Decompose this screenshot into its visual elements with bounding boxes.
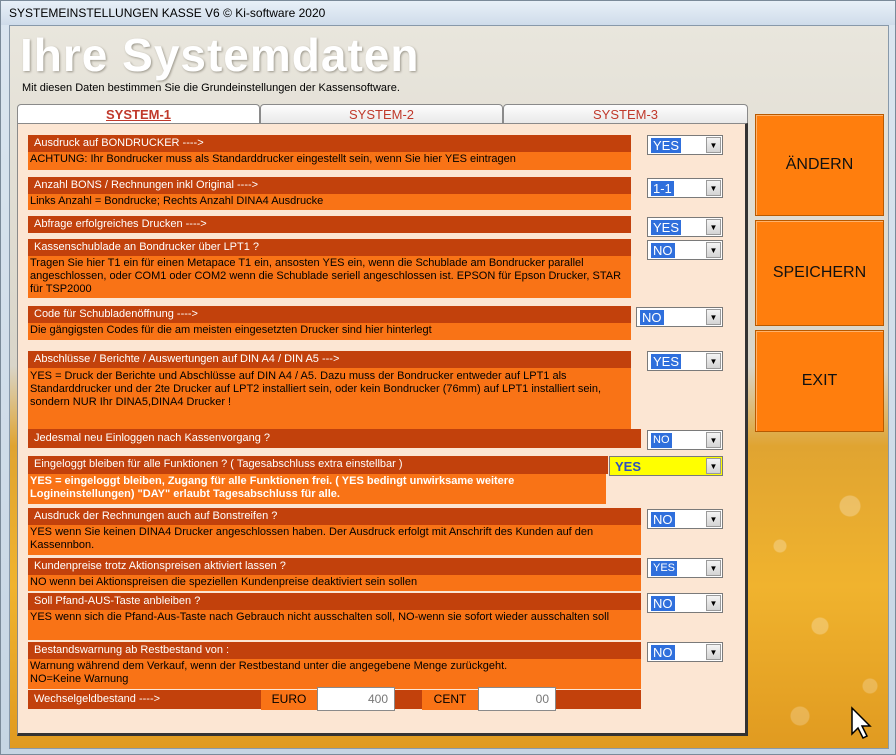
speichern-button[interactable]: SPEICHERN xyxy=(755,220,884,326)
setting-desc-eingeloggt-bleiben: YES = eingeloggt bleiben, Zugang für all… xyxy=(28,474,606,504)
neu-einloggen-select[interactable]: NO ▼ xyxy=(647,430,723,450)
pfand-taste-select[interactable]: NO ▼ xyxy=(647,593,723,613)
neu-einloggen-value: NO xyxy=(651,433,672,448)
setting-label-anzahl-bons: Anzahl BONS / Rechnungen inkl Original -… xyxy=(28,177,631,194)
setting-desc-anzahl-bons: Links Anzahl = Bondrucke; Rechts Anzahl … xyxy=(28,194,631,210)
setting-desc-pfand-taste: YES wenn sich die Pfand-Aus-Taste nach G… xyxy=(28,610,641,640)
app-window: SYSTEMEINSTELLUNGEN KASSE V6 © Ki-softwa… xyxy=(0,0,896,755)
page-title: Ihre Systemdaten xyxy=(20,29,420,81)
chevron-down-icon[interactable]: ▼ xyxy=(706,511,721,527)
chevron-down-icon[interactable]: ▼ xyxy=(706,309,721,325)
setting-label-eingeloggt-bleiben: Eingeloggt bleiben für alle Funktionen ?… xyxy=(28,456,608,474)
settings-panel: Ausdruck auf BONDRUCKER ----> ACHTUNG: I… xyxy=(17,123,748,736)
setting-desc-kundenpreise: NO wenn bei Aktionspreisen die spezielle… xyxy=(28,575,641,591)
schubladen-code-select[interactable]: NO ▼ xyxy=(636,307,723,327)
schubladen-code-value: NO xyxy=(640,310,664,325)
kundenpreise-value: YES xyxy=(651,561,678,576)
bonstreifen-value: NO xyxy=(651,512,675,527)
chevron-down-icon[interactable]: ▼ xyxy=(706,219,721,235)
eingeloggt-bleiben-select[interactable]: YES ▼ xyxy=(609,456,723,476)
chevron-down-icon[interactable]: ▼ xyxy=(706,353,721,369)
window-title: SYSTEMEINSTELLUNGEN KASSE V6 © Ki-softwa… xyxy=(1,1,895,25)
chevron-down-icon[interactable]: ▼ xyxy=(706,242,721,258)
setting-label-abfrage-drucken: Abfrage erfolgreiches Drucken ----> xyxy=(28,216,631,233)
bondrucker-value: YES xyxy=(651,138,682,153)
setting-desc-bonstreifen: YES wenn Sie keinen DINA4 Drucker angesc… xyxy=(28,525,641,555)
setting-label-bestandswarnung: Bestandswarnung ab Restbestand von : xyxy=(28,642,641,659)
mouse-cursor-icon xyxy=(851,706,872,740)
bondrucker-select[interactable]: YES ▼ xyxy=(647,135,723,155)
bonstreifen-select[interactable]: NO ▼ xyxy=(647,509,723,529)
eingeloggt-bleiben-value: YES xyxy=(615,459,642,474)
chevron-down-icon[interactable]: ▼ xyxy=(706,644,721,660)
anzahl-bons-select[interactable]: 1-1 ▼ xyxy=(647,178,723,198)
setting-desc-kassenschublade: Tragen Sie hier T1 ein für einen Metapac… xyxy=(28,256,631,298)
abfrage-drucken-value: YES xyxy=(651,220,682,235)
setting-label-schubladen-code: Code für Schubladenöffnung ----> xyxy=(28,306,631,323)
chevron-down-icon[interactable]: ▼ xyxy=(706,137,721,153)
chevron-down-icon[interactable]: ▼ xyxy=(706,180,721,196)
chevron-down-icon[interactable]: ▼ xyxy=(706,458,721,474)
setting-label-neu-einloggen: Jedesmal neu Einloggen nach Kassenvorgan… xyxy=(28,429,641,448)
setting-label-kundenpreise: Kundenpreise trotz Aktionspreisen aktivi… xyxy=(28,558,641,575)
setting-label-pfand-taste: Soll Pfand-AUS-Taste anbleiben ? xyxy=(28,593,641,610)
setting-label-kassenschublade: Kassenschublade an Bondrucker über LPT1 … xyxy=(28,239,631,256)
kassenschublade-value: NO xyxy=(651,243,675,258)
chevron-down-icon[interactable]: ▼ xyxy=(706,432,721,448)
exit-button[interactable]: EXIT xyxy=(755,330,884,432)
tab-system-1[interactable]: SYSTEM-1 xyxy=(17,104,260,124)
setting-desc-schubladen-code: Die gängigsten Codes für die am meisten … xyxy=(28,323,631,340)
page-subtitle: Mit diesen Daten bestimmen Sie die Grund… xyxy=(22,82,400,94)
cent-input[interactable]: 00 xyxy=(478,687,556,711)
setting-desc-bondrucker: ACHTUNG: Ihr Bondrucker muss als Standar… xyxy=(28,152,631,170)
setting-desc-din-a4: YES = Druck der Berichte und Abschlüsse … xyxy=(28,368,631,434)
din-a4-value: YES xyxy=(651,354,682,369)
setting-desc-bestandswarnung: Warnung während dem Verkauf, wenn der Re… xyxy=(28,659,641,689)
chevron-down-icon[interactable]: ▼ xyxy=(706,560,721,576)
tab-system-3[interactable]: SYSTEM-3 xyxy=(503,104,748,124)
din-a4-select[interactable]: YES ▼ xyxy=(647,351,723,371)
chevron-down-icon[interactable]: ▼ xyxy=(706,595,721,611)
anzahl-bons-value: 1-1 xyxy=(651,181,674,196)
client-area: Ihre Systemdaten Mit diesen Daten bestim… xyxy=(9,25,889,749)
setting-label-din-a4: Abschlüsse / Berichte / Auswertungen auf… xyxy=(28,351,631,368)
kundenpreise-select[interactable]: YES ▼ xyxy=(647,558,723,578)
bestandswarnung-select[interactable]: NO ▼ xyxy=(647,642,723,662)
cent-label: CENT xyxy=(422,690,478,710)
tab-bar: SYSTEM-1 SYSTEM-2 SYSTEM-3 xyxy=(17,104,748,124)
setting-label-bonstreifen: Ausdruck der Rechnungen auch auf Bonstre… xyxy=(28,508,641,525)
euro-label: EURO xyxy=(261,690,317,710)
bestandswarnung-value: NO xyxy=(651,645,675,660)
pfand-taste-value: NO xyxy=(651,596,675,611)
kassenschublade-select[interactable]: NO ▼ xyxy=(647,240,723,260)
abfrage-drucken-select[interactable]: YES ▼ xyxy=(647,217,723,237)
euro-input[interactable]: 400 xyxy=(317,687,395,711)
tab-system-2[interactable]: SYSTEM-2 xyxy=(260,104,503,124)
setting-label-bondrucker: Ausdruck auf BONDRUCKER ----> xyxy=(28,135,631,152)
aendern-button[interactable]: ÄNDERN xyxy=(755,114,884,216)
